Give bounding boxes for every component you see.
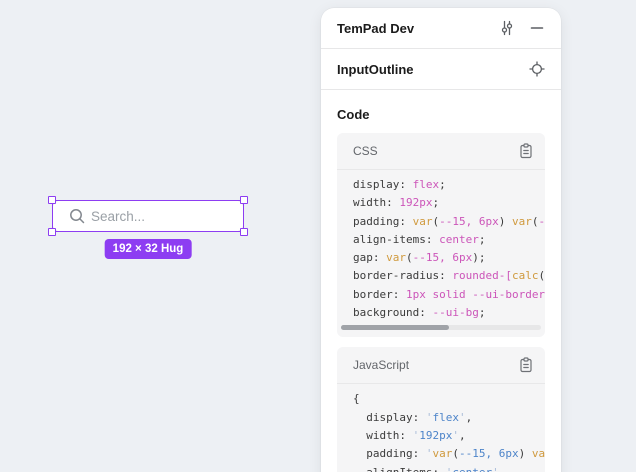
code-section-label: Code <box>321 90 561 133</box>
css-code-card: CSS display: flex;width: 192px;padding: … <box>337 133 545 337</box>
code-line: display: flex; <box>353 176 545 194</box>
code-line: { <box>353 390 545 408</box>
selection-handle-top-left[interactable] <box>48 196 56 204</box>
css-card-title: CSS <box>353 144 519 158</box>
javascript-code-block[interactable]: { display: 'flex', width: '192px', paddi… <box>337 384 545 472</box>
selection-handle-bottom-right[interactable] <box>240 228 248 236</box>
code-line: background: --ui-bg; <box>353 304 545 322</box>
selection-handle-bottom-left[interactable] <box>48 228 56 236</box>
css-code-block[interactable]: display: flex;width: 192px;padding: var(… <box>337 170 545 322</box>
code-line: border: 1px solid --ui-border-c <box>353 286 545 304</box>
code-line: padding: var(--15, 6px) var(-- <box>353 213 545 231</box>
javascript-card-header: JavaScript <box>337 347 545 384</box>
code-line: align-items: center; <box>353 231 545 249</box>
search-input-component[interactable]: Search... <box>52 200 244 232</box>
minimize-icon[interactable] <box>529 20 545 36</box>
code-line: padding: 'var(--15, 6px) var( <box>353 445 545 463</box>
locate-icon[interactable] <box>529 61 545 77</box>
code-line: width: '192px', <box>353 427 545 445</box>
scrollbar-thumb[interactable] <box>341 325 449 330</box>
code-line: display: 'flex', <box>353 409 545 427</box>
javascript-card-title: JavaScript <box>353 358 519 372</box>
copy-icon[interactable] <box>519 143 533 159</box>
dimension-badge: 192 × 32 Hug <box>105 239 192 259</box>
code-line: width: 192px; <box>353 194 545 212</box>
search-icon <box>69 208 85 224</box>
panel-title: TemPad Dev <box>337 21 499 36</box>
horizontal-scrollbar[interactable] <box>341 325 541 330</box>
sliders-icon[interactable] <box>499 20 515 36</box>
copy-icon[interactable] <box>519 357 533 373</box>
code-line: gap: var(--15, 6px); <box>353 249 545 267</box>
search-placeholder: Search... <box>91 209 145 224</box>
selection-handle-top-right[interactable] <box>240 196 248 204</box>
component-row: InputOutline <box>321 49 561 90</box>
panel-header: TemPad Dev <box>321 8 561 49</box>
css-card-header: CSS <box>337 133 545 170</box>
component-name: InputOutline <box>337 62 529 77</box>
javascript-code-card: JavaScript { display: 'flex', width: '19… <box>337 347 545 472</box>
tempad-dev-panel: TemPad Dev InputOutline <box>321 8 561 472</box>
code-line: border-radius: rounded-[calc(var <box>353 267 545 285</box>
code-line: alignItems: 'center', <box>353 464 545 472</box>
